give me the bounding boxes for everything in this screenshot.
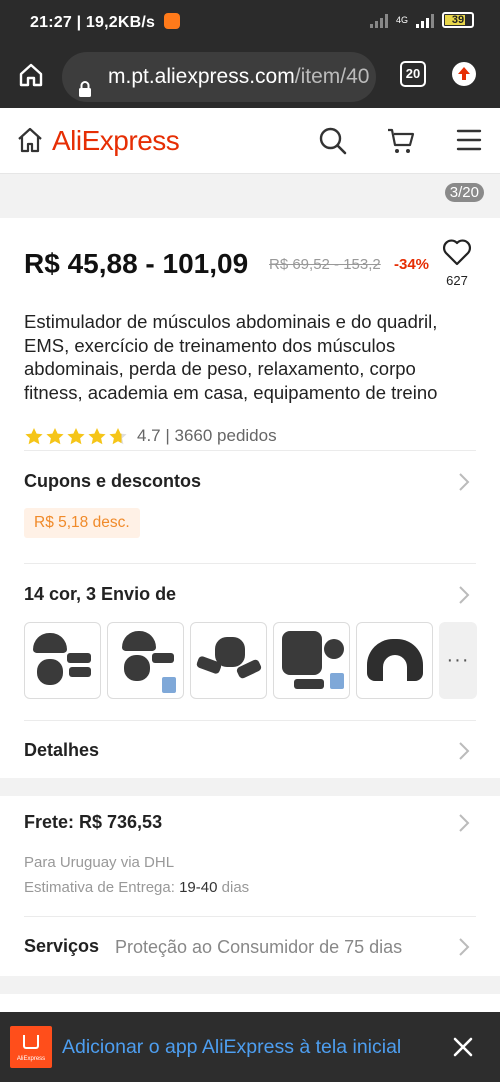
variant-thumb[interactable] [273, 622, 350, 699]
services-label[interactable]: Serviços [24, 936, 99, 957]
site-header: AliExpress [0, 108, 500, 174]
update-icon[interactable] [452, 62, 476, 86]
app-icon: AliExpress [10, 1026, 52, 1068]
cart-icon[interactable] [386, 126, 416, 161]
variant-thumb[interactable] [24, 622, 101, 699]
variants-title[interactable]: 14 cor, 3 Envio de [24, 584, 176, 605]
brand-logo[interactable]: AliExpress [52, 125, 180, 157]
coupons-title[interactable]: Cupons e descontos [24, 471, 201, 492]
product-rating[interactable]: 4.7 | 3660 pedidos [24, 426, 277, 446]
product-price: R$ 45,88 - 101,09 [24, 248, 249, 279]
star-icon [25, 427, 43, 444]
delivery-estimate: Estimativa de Entrega: 19-40 dias [24, 879, 250, 896]
signal-icon-2 [416, 12, 434, 28]
add-to-home-link[interactable]: Adicionar o app AliExpress à tela inicia… [62, 1036, 401, 1059]
reviews-card-peek [0, 994, 500, 1014]
heart-icon [442, 239, 472, 270]
divider [24, 450, 476, 451]
rating-text: 4.7 | 3660 pedidos [137, 426, 277, 445]
status-icons: 4G 39 [369, 12, 474, 28]
search-icon[interactable] [318, 126, 348, 161]
add-to-home-banner: AliExpress Adicionar o app AliExpress à … [0, 1012, 500, 1082]
notification-icon [163, 13, 180, 29]
star-icon [67, 427, 85, 444]
chevron-right-icon[interactable] [458, 585, 470, 610]
wishlist-count: 627 [446, 273, 468, 288]
variant-thumbnails: ··· [24, 622, 477, 699]
product-title: Estimulador de músculos abdominais e do … [24, 311, 438, 403]
divider [24, 916, 476, 917]
coupon-badge[interactable]: R$ 5,18 desc. [24, 508, 140, 538]
shipping-card: Frete: R$ 736,53 Para Uruguay via DHL Es… [0, 796, 500, 976]
discount-badge: -34% [394, 256, 430, 273]
star-rating [24, 427, 129, 446]
site-home-icon[interactable] [16, 126, 44, 159]
menu-icon[interactable] [456, 128, 482, 157]
original-price: R$ 69,52 - 153,2 [269, 256, 381, 273]
image-gallery[interactable]: 3/20 [0, 174, 500, 218]
wishlist-button[interactable]: 627 [440, 238, 474, 288]
status-bar: 21:27 | 19,2KB/s 4G 39 [0, 0, 500, 46]
network-label: 4G [395, 15, 408, 25]
shipping-title[interactable]: Frete: R$ 736,53 [24, 812, 162, 833]
variant-thumb[interactable] [190, 622, 267, 699]
gallery-counter: 3/20 [444, 183, 484, 202]
chevron-right-icon[interactable] [458, 813, 470, 838]
chevron-right-icon[interactable] [458, 741, 470, 766]
chevron-right-icon[interactable] [458, 937, 470, 962]
divider [24, 563, 476, 564]
tab-switcher-button[interactable]: 20 [400, 61, 426, 87]
product-info-card: R$ 45,88 - 101,09 R$ 69,52 - 153,2 -34% … [0, 218, 500, 778]
details-title[interactable]: Detalhes [24, 740, 99, 761]
lock-icon [78, 67, 92, 102]
chevron-right-icon[interactable] [458, 472, 470, 497]
divider [24, 720, 476, 721]
status-time: 21:27 | 19,2KB/s [30, 13, 180, 32]
star-icon [88, 427, 106, 444]
close-icon[interactable] [452, 1036, 474, 1063]
browser-home-icon[interactable] [18, 62, 44, 93]
variant-thumb[interactable] [107, 622, 184, 699]
url-field[interactable]: m.pt.aliexpress.com/item/40 [62, 52, 376, 102]
star-half-icon [109, 427, 127, 444]
services-text[interactable]: Proteção ao Consumidor de 75 dias [115, 937, 402, 958]
more-variants-button[interactable]: ··· [439, 622, 477, 699]
signal-icon [369, 12, 388, 28]
star-icon [46, 427, 64, 444]
browser-toolbar: m.pt.aliexpress.com/item/40 20 [0, 46, 500, 108]
battery-icon: 39 [442, 12, 474, 28]
shipping-destination: Para Uruguay via DHL [24, 854, 175, 871]
variant-thumb[interactable] [356, 622, 433, 699]
